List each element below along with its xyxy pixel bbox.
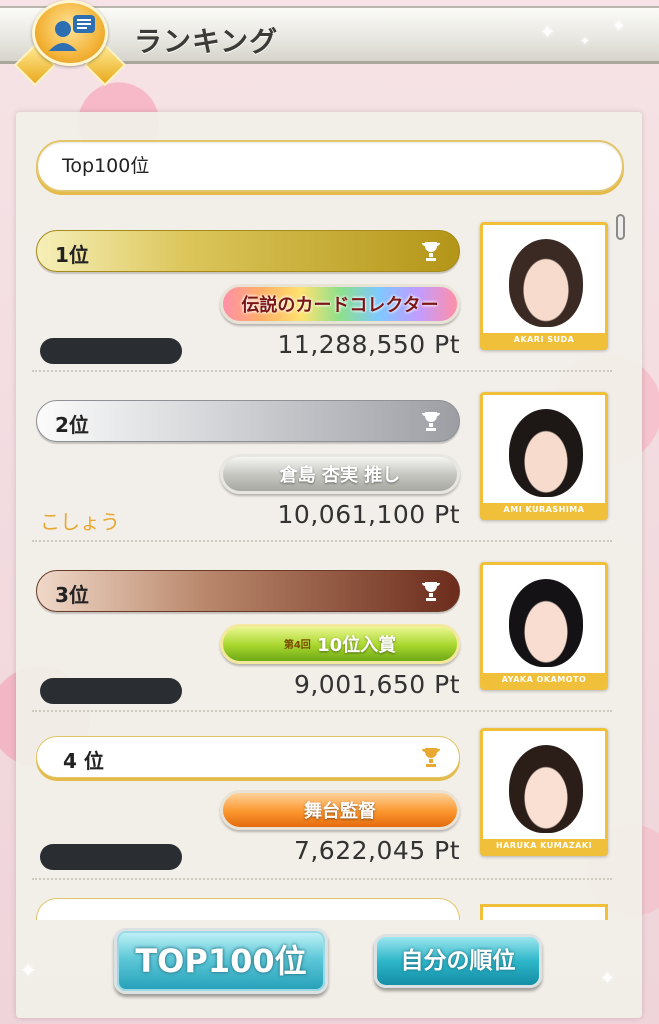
- row-divider: [32, 540, 612, 542]
- rank-label: 1位: [55, 243, 89, 267]
- member-photo[interactable]: AKARI SUDA: [480, 222, 608, 350]
- member-photo[interactable]: AMI KURASHIMA: [480, 392, 608, 520]
- points-value: 10,061,100 Pt: [277, 500, 460, 529]
- row-divider: [32, 878, 612, 880]
- rank-bar: 3位: [36, 570, 460, 612]
- rank-bar: 4 位: [36, 736, 460, 778]
- title-badge: 舞台監督: [220, 790, 460, 830]
- rank-bar: 2位: [36, 400, 460, 442]
- row-divider: [32, 710, 612, 712]
- sparkle-icon: ✦: [580, 34, 591, 48]
- member-photo-name: HARUKA KUMAZAKI: [483, 839, 605, 853]
- trophy-icon: [422, 412, 440, 431]
- ranking-filter-field[interactable]: Top100位: [36, 140, 624, 192]
- redacted-user-name: [40, 844, 182, 870]
- member-photo-name: AYAKA OKAMOTO: [483, 673, 605, 687]
- page-title: ランキング: [134, 25, 279, 58]
- points-value: 11,288,550 Pt: [277, 330, 460, 359]
- member-photo[interactable]: AYAKA OKAMOTO: [480, 562, 608, 690]
- top100-button[interactable]: TOP100位: [114, 928, 328, 994]
- title-badge: 倉島 杏実 推し: [220, 454, 460, 494]
- row-divider: [32, 370, 612, 372]
- ranking-row[interactable]: 1位 伝説のカードコレクター 11,288,550 Pt AKARI SUDA: [36, 222, 616, 386]
- trophy-icon: [422, 748, 440, 767]
- redacted-user-name: [40, 678, 182, 704]
- scrollbar[interactable]: [616, 214, 625, 240]
- member-photo-name: AMI KURASHIMA: [483, 503, 605, 517]
- member-photo[interactable]: HARUKA KUMAZAKI: [480, 728, 608, 856]
- sparkle-icon: ✦: [600, 968, 616, 989]
- user-name: こしょう: [40, 510, 120, 534]
- member-portrait: [509, 239, 583, 327]
- points-value: 7,622,045 Pt: [293, 836, 460, 865]
- member-portrait: [509, 579, 583, 667]
- title-badge: 伝説のカードコレクター: [220, 284, 460, 324]
- member-portrait: [509, 409, 583, 497]
- ranking-row[interactable]: 4 位 舞台監督 7,622,045 Pt HARUKA KUMAZAKI: [36, 728, 616, 892]
- redacted-user-name: [40, 338, 182, 364]
- member-portrait: [509, 745, 583, 833]
- ranking-people-icon: [13, 0, 127, 92]
- rank-label: 4 位: [63, 749, 104, 773]
- ranking-row[interactable]: 2位 倉島 杏実 推し こしょう 10,061,100 Pt AMI KURAS…: [36, 392, 616, 556]
- title-badge-text: 10位入賞: [317, 635, 397, 656]
- title-badge-prefix: 第4回: [283, 640, 311, 651]
- title-badge: 第4回 10位入賞: [220, 624, 460, 664]
- rank-label: 2位: [55, 413, 89, 437]
- rank-label: 3位: [55, 583, 89, 607]
- trophy-icon: [422, 582, 440, 601]
- rank-bar-partial: [36, 898, 460, 920]
- points-value: 9,001,650 Pt: [293, 670, 460, 699]
- ranking-row[interactable]: 3位 第4回 10位入賞 9,001,650 Pt AYAKA OKAMOTO: [36, 562, 616, 726]
- rank-bar: 1位: [36, 230, 460, 272]
- member-photo-partial: [480, 904, 608, 920]
- sparkle-icon: ✦: [612, 16, 626, 35]
- trophy-icon: [422, 242, 440, 261]
- sparkle-icon: ✦: [20, 958, 37, 982]
- member-photo-name: AKARI SUDA: [483, 333, 605, 347]
- sparkle-icon: ✦: [540, 22, 556, 43]
- my-rank-button[interactable]: 自分の順位: [374, 934, 542, 988]
